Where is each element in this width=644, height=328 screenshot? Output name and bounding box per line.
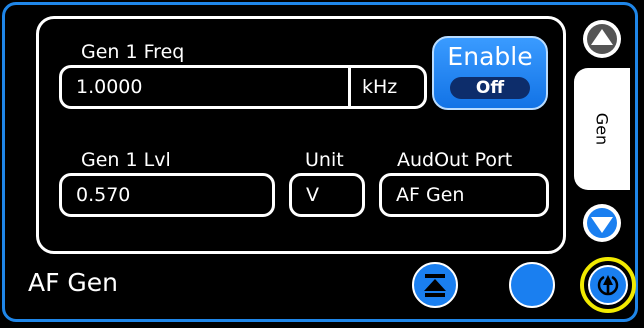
unit-divider	[348, 65, 351, 109]
expand-panel-button[interactable]	[412, 262, 458, 308]
chevron-up-icon	[587, 24, 617, 54]
unit-field[interactable]: V	[289, 173, 365, 217]
enable-button[interactable]: Enable Off	[432, 36, 548, 110]
scroll-up-button[interactable]	[583, 20, 621, 58]
freq-unit: kHz	[362, 76, 398, 98]
unit-value: V	[306, 184, 319, 206]
expand-panel-icon	[424, 274, 446, 297]
chevron-down-icon	[587, 208, 617, 238]
side-tab-gen[interactable]: Gen	[574, 68, 630, 190]
level-field[interactable]: 0.570	[59, 173, 275, 217]
enable-label: Enable	[447, 42, 533, 71]
level-value: 0.570	[76, 184, 131, 206]
return-button[interactable]	[588, 265, 628, 305]
port-label: AudOut Port	[397, 149, 513, 171]
freq-label: Gen 1 Freq	[81, 41, 185, 63]
return-icon	[597, 275, 619, 296]
port-field[interactable]: AF Gen	[379, 173, 549, 217]
freq-value: 1.0000	[76, 76, 143, 98]
unit-label: Unit	[305, 149, 344, 171]
blank-button[interactable]	[509, 262, 555, 308]
screen-title: AF Gen	[28, 268, 119, 297]
level-label: Gen 1 Lvl	[81, 149, 171, 171]
scroll-down-button[interactable]	[583, 204, 621, 242]
port-value: AF Gen	[396, 184, 465, 206]
enable-state: Off	[450, 77, 530, 99]
side-tab-label: Gen	[592, 112, 612, 146]
return-button-highlight	[580, 257, 636, 313]
freq-field[interactable]: 1.0000 kHz	[59, 65, 427, 109]
